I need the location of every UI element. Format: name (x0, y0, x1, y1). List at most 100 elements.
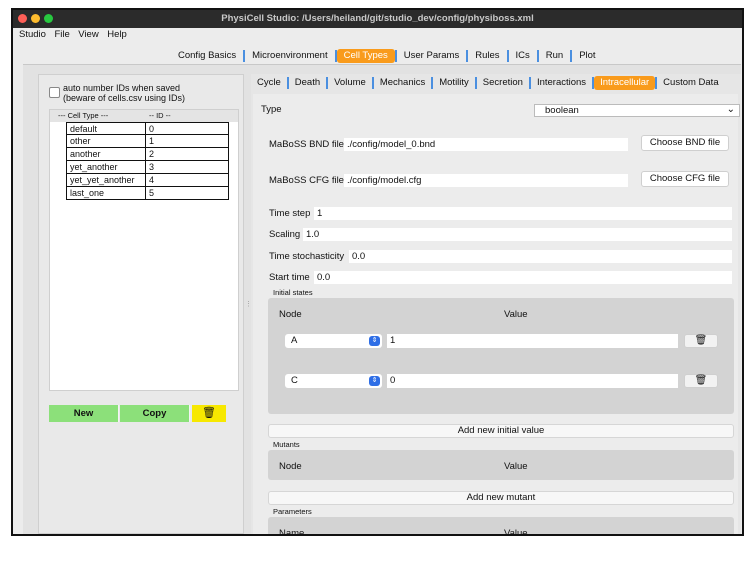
parameters-box: Name Value (268, 517, 734, 536)
cell-type-name[interactable]: other (70, 136, 91, 146)
table-row[interactable]: yet_another 3 (66, 161, 229, 174)
tab-config-basics[interactable]: Config Basics (171, 49, 243, 63)
start-time-input[interactable]: 0.0 (314, 271, 732, 284)
tab-intracellular[interactable]: Intracellular (594, 76, 656, 90)
initial-state-node-value: A (291, 335, 298, 346)
tab-run[interactable]: Run (539, 49, 570, 63)
mutants-box: Node Value (268, 450, 734, 480)
delete-initial-state-button[interactable]: 🗑 (684, 334, 718, 348)
tab-death[interactable]: Death (289, 76, 326, 90)
start-time-label: Start time (269, 272, 310, 283)
node-column-header: Node (279, 461, 302, 472)
cell-type-list-panel: auto number IDs when saved (beware of ce… (38, 74, 244, 534)
value-column-header: Value (504, 309, 528, 320)
column-header-id: -- ID -- (149, 111, 171, 120)
initial-states-box: Node Value A ⇕ 1 🗑 C ⇕ 0 🗑 (268, 298, 734, 414)
menu-studio[interactable]: Studio (19, 28, 46, 42)
cell-type-id[interactable]: 4 (145, 174, 230, 186)
mutants-title: Mutants (273, 440, 300, 449)
type-select[interactable]: boolean ⌄ (534, 104, 740, 117)
tab-plot[interactable]: Plot (572, 49, 602, 63)
scaling-label: Scaling (269, 229, 301, 240)
menu-view[interactable]: View (78, 28, 98, 42)
time-step-label: Time step (269, 208, 311, 219)
scaling-input[interactable]: 1.0 (303, 228, 732, 241)
intracellular-content: Type boolean ⌄ MaBoSS BND file ./config/… (253, 94, 740, 536)
choose-bnd-file-button[interactable]: Choose BND file (641, 135, 729, 151)
tab-rules[interactable]: Rules (468, 49, 506, 63)
cell-type-params-panel: Cycle Death Volume Mechanics Motility Se… (251, 74, 741, 534)
delete-initial-state-button[interactable]: 🗑 (684, 374, 718, 388)
add-initial-value-button[interactable]: Add new initial value (268, 424, 734, 438)
tab-mechanics[interactable]: Mechanics (374, 76, 431, 90)
time-stochasticity-input[interactable]: 0.0 (349, 250, 732, 263)
title-bar: PhysiCell Studio: /Users/heiland/git/stu… (13, 10, 742, 28)
table-row[interactable]: last_one 5 (66, 187, 229, 200)
tab-interactions[interactable]: Interactions (531, 76, 592, 90)
tab-custom-data[interactable]: Custom Data (657, 76, 724, 90)
menu-file[interactable]: File (54, 28, 69, 42)
trash-icon: 🗑 (694, 375, 708, 386)
column-header-cell-type: --- Cell Type --- (58, 111, 109, 120)
tab-cell-types[interactable]: Cell Types (336, 49, 395, 63)
updown-arrows-icon: ⇕ (369, 376, 380, 386)
new-cell-type-button[interactable]: New (49, 405, 119, 422)
main-tabs: Config Basics Microenvironment Cell Type… (171, 48, 603, 64)
copy-cell-type-button[interactable]: Copy (120, 405, 190, 422)
cell-type-id[interactable]: 0 (145, 123, 230, 135)
type-label: Type (261, 104, 282, 115)
name-column-header: Name (279, 528, 305, 536)
tab-user-params[interactable]: User Params (397, 49, 466, 63)
table-row[interactable]: other 1 (66, 135, 229, 148)
initial-state-node-select[interactable]: A ⇕ (285, 334, 382, 348)
menu-help[interactable]: Help (107, 28, 127, 42)
app-window: PhysiCell Studio: /Users/heiland/git/stu… (11, 8, 744, 536)
cell-type-table: --- Cell Type --- -- ID -- default 0 oth… (49, 109, 239, 391)
cell-type-name[interactable]: another (70, 149, 101, 159)
node-column-header: Node (279, 309, 302, 320)
cell-type-id[interactable]: 1 (145, 135, 230, 147)
table-row[interactable]: yet_yet_another 4 (66, 174, 229, 187)
add-mutant-button[interactable]: Add new mutant (268, 491, 734, 505)
cell-type-name[interactable]: last_one (70, 188, 104, 198)
table-row[interactable]: default 0 (66, 122, 229, 135)
choose-cfg-file-button[interactable]: Choose CFG file (641, 171, 729, 187)
initial-state-value-input[interactable]: 1 (387, 334, 678, 348)
cell-type-id[interactable]: 3 (145, 161, 230, 173)
menu-bar: Studio File View Help (13, 28, 742, 42)
initial-state-node-select[interactable]: C ⇕ (285, 374, 382, 388)
value-column-header: Value (504, 461, 528, 472)
type-select-value: boolean (545, 105, 579, 116)
cell-type-id[interactable]: 5 (145, 187, 230, 199)
cell-type-name[interactable]: default (70, 124, 97, 134)
table-row[interactable]: another 2 (66, 148, 229, 161)
value-column-header: Value (504, 528, 528, 536)
trash-icon: 🗑 (694, 335, 708, 346)
initial-state-node-value: C (291, 375, 298, 386)
cell-type-id[interactable]: 2 (145, 148, 230, 160)
initial-state-value-input[interactable]: 0 (387, 374, 678, 388)
updown-arrows-icon: ⇕ (369, 336, 380, 346)
auto-number-ids-label: auto number IDs when saved (beware of ce… (63, 83, 186, 103)
tab-motility[interactable]: Motility (433, 76, 475, 90)
tab-ics[interactable]: ICs (509, 49, 537, 63)
initial-states-title: Initial states (273, 288, 313, 297)
delete-cell-type-button[interactable]: 🗑 (192, 405, 226, 422)
trash-icon: 🗑 (202, 407, 216, 419)
auto-number-ids-checkbox[interactable] (49, 87, 60, 98)
parameters-title: Parameters (273, 507, 312, 516)
cfg-file-input[interactable]: ./config/model.cfg (344, 174, 628, 187)
tab-volume[interactable]: Volume (328, 76, 372, 90)
cell-type-table-header: --- Cell Type --- -- ID -- (50, 110, 238, 122)
tab-secretion[interactable]: Secretion (477, 76, 529, 90)
tab-cycle[interactable]: Cycle (251, 76, 287, 90)
cell-type-name[interactable]: yet_another (70, 162, 118, 172)
cell-type-name[interactable]: yet_yet_another (70, 175, 135, 185)
chevron-down-icon: ⌄ (726, 104, 735, 115)
time-step-input[interactable]: 1 (314, 207, 732, 220)
tab-microenvironment[interactable]: Microenvironment (245, 49, 335, 63)
bnd-file-label: MaBoSS BND file (269, 139, 344, 150)
cfg-file-label: MaBoSS CFG file (269, 175, 344, 186)
bnd-file-input[interactable]: ./config/model_0.bnd (344, 138, 628, 151)
time-stochasticity-label: Time stochasticity (269, 251, 345, 262)
